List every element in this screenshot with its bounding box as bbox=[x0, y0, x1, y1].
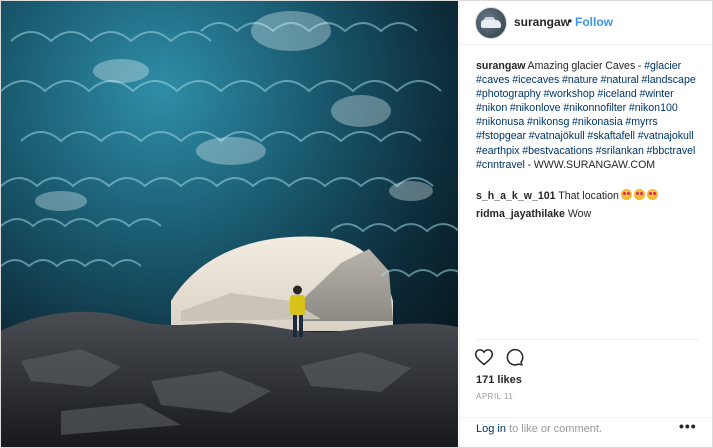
hashtag-link[interactable]: #vatnajökull bbox=[529, 130, 585, 142]
post-date: APRIL 11 bbox=[476, 392, 514, 401]
login-prompt-text: to like or comment. bbox=[505, 423, 602, 435]
hashtag-link[interactable]: #workshop bbox=[543, 88, 594, 100]
caption-username[interactable]: surangaw bbox=[476, 60, 525, 72]
hashtag-link[interactable]: #iceland bbox=[597, 88, 636, 100]
hashtag-link[interactable]: #glacier bbox=[644, 60, 681, 72]
hashtag-link[interactable]: #winter bbox=[639, 88, 673, 100]
heart-eyes-emoji bbox=[633, 189, 645, 200]
comment-text: That location bbox=[555, 190, 619, 202]
post-author-username[interactable]: surangaw bbox=[514, 15, 570, 29]
comment-bubble-icon[interactable] bbox=[504, 347, 524, 367]
comment-item: ridma_jayathilake Wow bbox=[476, 207, 706, 221]
hashtag-link[interactable]: #nikonasia bbox=[572, 116, 623, 128]
instagram-post-window: surangaw • Follow surangaw Amazing glaci… bbox=[0, 0, 713, 448]
hashtag-link[interactable]: #myrrs bbox=[625, 116, 657, 128]
heart-icon[interactable] bbox=[474, 347, 494, 367]
hashtag-link[interactable]: #bestvacations bbox=[522, 145, 593, 157]
likes-count[interactable]: 171 likes bbox=[476, 374, 522, 386]
heart-eyes-emoji bbox=[620, 189, 632, 200]
post-photo[interactable] bbox=[1, 1, 458, 447]
hashtag-link[interactable]: #fstopgear bbox=[476, 130, 526, 142]
hashtag-link[interactable]: #photography bbox=[476, 88, 541, 100]
separator-dot: • bbox=[568, 14, 573, 28]
follow-button[interactable]: Follow bbox=[575, 15, 613, 29]
hashtag-link[interactable]: #bbctravel bbox=[647, 145, 696, 157]
hashtag-link[interactable]: #nikonsg bbox=[527, 116, 569, 128]
hashtag-link[interactable]: #nature bbox=[562, 74, 598, 86]
login-prompt: Log in to like or comment. bbox=[476, 423, 602, 435]
hashtag-link[interactable]: #srilankan bbox=[596, 145, 644, 157]
more-options-icon[interactable]: ••• bbox=[679, 418, 697, 434]
hashtag-link[interactable]: #landscape bbox=[642, 74, 696, 86]
avatar[interactable] bbox=[475, 7, 507, 39]
glacier-cave-image bbox=[1, 1, 458, 447]
hashtag-link[interactable]: #cnntravel bbox=[476, 159, 525, 171]
hashtag-link[interactable]: #caves bbox=[476, 74, 510, 86]
comment-text: Wow bbox=[564, 208, 592, 220]
hashtag-link[interactable]: #nikonusa bbox=[476, 116, 524, 128]
comment-username[interactable]: s_h_a_k_w_101 bbox=[476, 190, 556, 202]
hashtag-link[interactable]: #earthpix bbox=[476, 145, 520, 157]
divider bbox=[476, 339, 699, 340]
post-caption: surangaw Amazing glacier Caves - #glacie… bbox=[476, 59, 706, 172]
hashtag-link[interactable]: #nikonlove bbox=[510, 102, 561, 114]
hashtag-link[interactable]: #nikonnofilter bbox=[563, 102, 626, 114]
hashtag-link[interactable]: #vatnajokull bbox=[638, 130, 694, 142]
post-header: surangaw • Follow bbox=[460, 1, 712, 45]
heart-eyes-emoji bbox=[646, 189, 658, 200]
hashtag-link[interactable]: #skaftafell bbox=[587, 130, 635, 142]
emoji-group bbox=[619, 189, 658, 202]
hashtag-link[interactable]: #natural bbox=[601, 74, 639, 86]
hashtag-link[interactable]: #nikon100 bbox=[629, 102, 678, 114]
post-sidebar: surangaw • Follow surangaw Amazing glaci… bbox=[459, 1, 712, 447]
comment-item: s_h_a_k_w_101 That location bbox=[476, 189, 706, 203]
post-footer: Log in to like or comment. ••• bbox=[460, 417, 712, 447]
hashtag-link[interactable]: #icecaves bbox=[512, 74, 559, 86]
caption-text-segment: Amazing glacier Caves - bbox=[525, 60, 645, 72]
hashtag-link[interactable]: #nikon bbox=[476, 102, 507, 114]
login-link[interactable]: Log in bbox=[476, 423, 506, 435]
comment-username[interactable]: ridma_jayathilake bbox=[476, 208, 565, 220]
caption-text-segment: - WWW.SURANGAW.COM bbox=[524, 158, 656, 171]
caption-text: Amazing glacier Caves - #glacier #caves … bbox=[476, 60, 696, 171]
